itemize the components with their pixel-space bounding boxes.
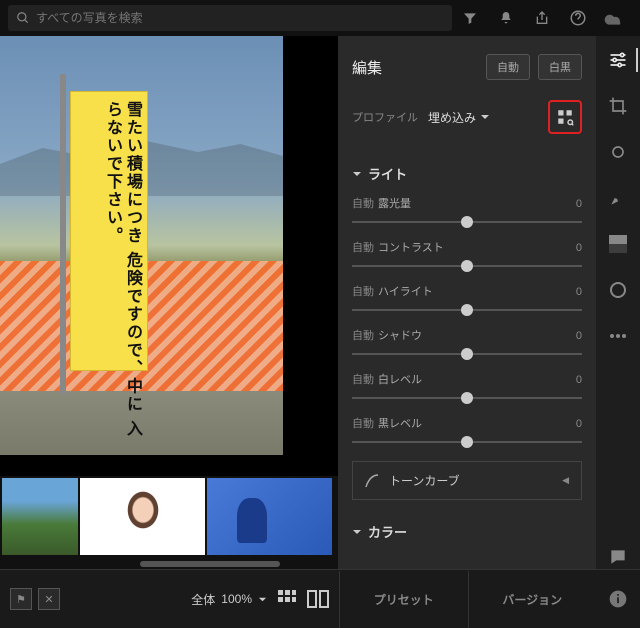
brush-icon[interactable] (606, 186, 630, 210)
profile-dropdown[interactable]: 埋め込み (428, 109, 490, 126)
auto-button[interactable]: 自動 (486, 54, 530, 80)
panel-title: 編集 (352, 57, 382, 78)
healing-icon[interactable] (606, 140, 630, 164)
profile-browser-button[interactable] (548, 100, 582, 134)
thumbnail[interactable] (207, 478, 332, 555)
bw-button[interactable]: 白黒 (538, 54, 582, 80)
bell-icon[interactable] (496, 8, 516, 28)
chevron-down-icon (480, 112, 490, 122)
flag-pick-button[interactable]: ⚑ (10, 588, 32, 610)
auto-label: 自動 (352, 286, 374, 298)
chevron-down-icon (258, 595, 267, 604)
auto-label: 自動 (352, 198, 374, 210)
slider-name: 白レベル (378, 374, 422, 386)
slider-露光量[interactable]: 自動露光量 0 (338, 189, 596, 233)
slider-value: 0 (576, 418, 582, 430)
slider-name: コントラスト (378, 242, 444, 254)
thumbnail[interactable] (2, 478, 78, 555)
slider-name: 黒レベル (378, 418, 422, 430)
fit-label: 全体 (191, 591, 215, 608)
slider-黒レベル[interactable]: 自動黒レベル 0 (338, 409, 596, 453)
radial-gradient-icon[interactable] (606, 278, 630, 302)
slider-track[interactable] (352, 213, 582, 231)
main-photo-viewport[interactable]: 雪たい積場につき 危険ですので、中に 入らないで下さい。 (0, 36, 338, 476)
filmstrip[interactable] (0, 476, 338, 559)
auto-label: 自動 (352, 242, 374, 254)
slider-白レベル[interactable]: 自動白レベル 0 (338, 365, 596, 409)
slider-value: 0 (576, 286, 582, 298)
slider-value: 0 (576, 242, 582, 254)
triangle-left-icon: ◀ (562, 475, 569, 486)
slider-value: 0 (576, 198, 582, 210)
slider-track[interactable] (352, 345, 582, 363)
grid-view-icon[interactable] (277, 589, 297, 609)
slider-name: ハイライト (378, 286, 433, 298)
slider-name: シャドウ (378, 330, 422, 342)
version-tab[interactable]: バージョン (468, 571, 597, 628)
search-box[interactable] (8, 5, 452, 31)
slider-value: 0 (576, 374, 582, 386)
slider-name: 露光量 (378, 198, 411, 210)
search-input[interactable] (36, 11, 444, 25)
tone-curve-row[interactable]: トーンカーブ ◀ (352, 461, 582, 500)
slider-track[interactable] (352, 301, 582, 319)
section-label: カラー (368, 522, 407, 541)
thumbnail[interactable] (80, 478, 205, 555)
slider-track[interactable] (352, 389, 582, 407)
auto-label: 自動 (352, 330, 374, 342)
info-icon[interactable] (608, 589, 628, 609)
cloud-icon[interactable] (604, 8, 624, 28)
preset-tab[interactable]: プリセット (339, 571, 468, 628)
crop-icon[interactable] (606, 94, 630, 118)
section-color[interactable]: カラー (338, 510, 596, 547)
slider-ハイライト[interactable]: 自動ハイライト 0 (338, 277, 596, 321)
sign-text: 雪たい積場につき 危険ですので、中に 入らないで下さい。 (76, 101, 142, 455)
section-light[interactable]: ライト (338, 152, 596, 189)
profile-value: 埋め込み (428, 109, 476, 126)
auto-label: 自動 (352, 418, 374, 430)
slider-シャドウ[interactable]: 自動シャドウ 0 (338, 321, 596, 365)
zoom-value: 100% (221, 592, 252, 606)
slider-track[interactable] (352, 257, 582, 275)
main-photo: 雪たい積場につき 危険ですので、中に 入らないで下さい。 (0, 36, 283, 455)
filter-icon[interactable] (460, 8, 480, 28)
more-icon[interactable] (606, 324, 630, 348)
compare-icon[interactable] (307, 589, 329, 609)
help-icon[interactable] (568, 8, 588, 28)
curve-icon (365, 474, 379, 488)
tone-curve-label: トーンカーブ (389, 472, 460, 489)
search-icon (16, 11, 30, 25)
chevron-down-icon (352, 169, 362, 179)
linear-gradient-icon[interactable] (606, 232, 630, 256)
auto-label: 自動 (352, 374, 374, 386)
share-icon[interactable] (532, 8, 552, 28)
flag-reject-button[interactable]: ✕ (38, 588, 60, 610)
comment-icon[interactable] (606, 545, 630, 569)
edit-sliders-icon[interactable] (606, 48, 630, 72)
chevron-down-icon (352, 527, 362, 537)
slider-コントラスト[interactable]: 自動コントラスト 0 (338, 233, 596, 277)
filmstrip-scrollbar[interactable] (0, 559, 338, 569)
section-label: ライト (368, 164, 407, 183)
slider-value: 0 (576, 330, 582, 342)
profile-label: プロファイル (352, 109, 418, 125)
zoom-control[interactable]: 全体 100% (191, 591, 267, 608)
slider-track[interactable] (352, 433, 582, 451)
